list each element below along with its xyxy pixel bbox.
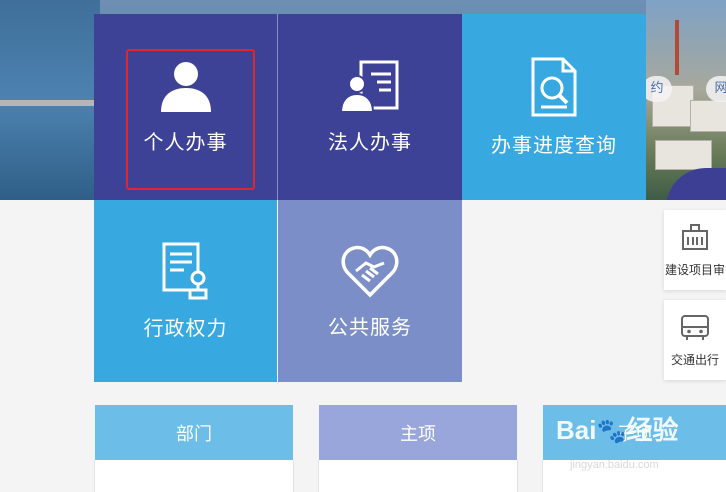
highlight-box <box>126 49 255 190</box>
paw-icon: 🐾 <box>596 418 627 445</box>
column-header-main-item[interactable]: 主项 <box>319 405 517 460</box>
watermark-url: jingyan.baidu.com <box>570 459 659 471</box>
tile-label: 办事进度查询 <box>491 132 617 157</box>
search-document-icon <box>529 57 579 117</box>
chimney <box>675 20 679 75</box>
tile-public-service[interactable]: 公共服务 <box>278 200 462 382</box>
watermark-brand2: 经验 <box>626 415 679 445</box>
baidu-watermark: Bai🐾经验 <box>556 410 678 447</box>
side-card-label: 建设项目审 <box>664 262 725 277</box>
pier <box>0 100 95 106</box>
column-body <box>318 460 518 492</box>
tile-legal-person-affairs[interactable]: 法人办事 <box>278 14 462 200</box>
side-card-construction[interactable]: 建设项目审 <box>664 210 726 290</box>
building-icon <box>680 223 710 255</box>
tile-label: 法人办事 <box>328 129 412 154</box>
legal-person-icon <box>339 60 401 114</box>
side-card-label: 交通出行 <box>670 352 719 367</box>
building <box>655 140 712 170</box>
administrative-document-icon <box>160 242 212 300</box>
tile-label: 公共服务 <box>328 314 412 339</box>
tile-progress-query[interactable]: 办事进度查询 <box>462 14 646 200</box>
watermark-brand: Bai <box>556 415 597 445</box>
side-card-transport[interactable]: 交通出行 <box>664 300 726 380</box>
tile-administrative-power[interactable]: 行政权力 <box>94 200 277 382</box>
building <box>690 100 726 132</box>
tile-label: 行政权力 <box>143 315 228 340</box>
banner-pill[interactable]: 约 <box>642 76 672 102</box>
column-header-department[interactable]: 部门 <box>95 405 293 460</box>
column-body <box>94 460 294 492</box>
bus-icon <box>680 313 710 345</box>
heart-handshake-icon <box>340 243 400 299</box>
banner-pill[interactable]: 网 <box>706 76 726 102</box>
